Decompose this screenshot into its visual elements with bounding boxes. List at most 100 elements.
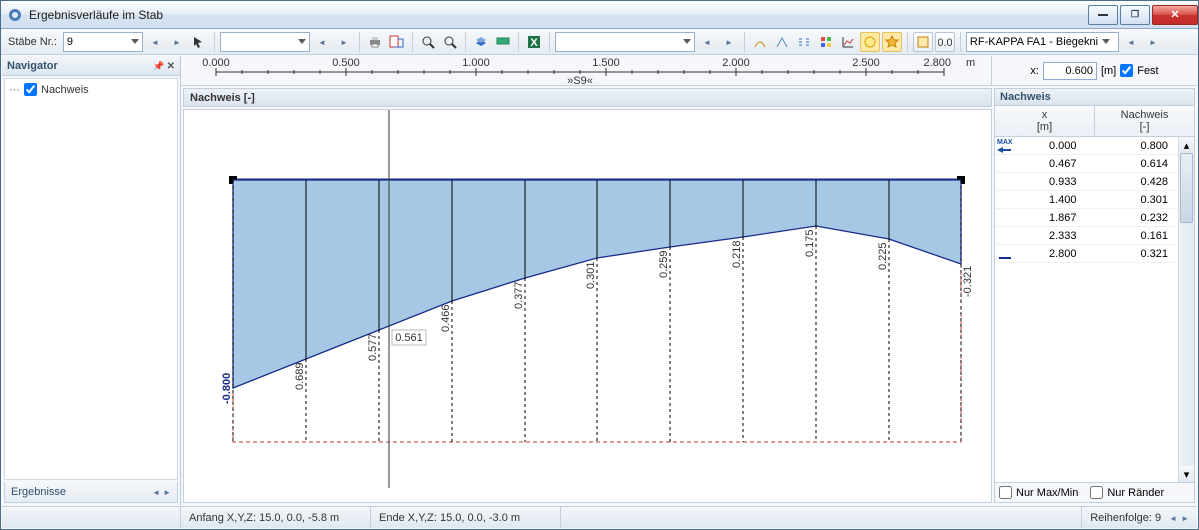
table-row[interactable]: 0.9330.428 [995, 173, 1178, 191]
table-row[interactable]: 1.4000.301 [995, 191, 1178, 209]
scroll-up-button[interactable]: ▴ [1179, 137, 1194, 153]
tick-label: 2.000 [722, 57, 750, 69]
status-bar: Anfang X,Y,Z: 15.0, 0.0, -5.8 m Ende X,Y… [2, 506, 1197, 528]
tool-f-button[interactable] [860, 32, 880, 52]
view-settings-button[interactable] [471, 32, 491, 52]
arrow-right-icon [725, 36, 733, 48]
cell-nachweis: 0.301 [1087, 191, 1179, 208]
cell-x: 1.867 [995, 209, 1087, 226]
tool-b-button[interactable] [772, 32, 792, 52]
print-report-button[interactable] [387, 32, 407, 52]
tool-d-button[interactable] [816, 32, 836, 52]
next-lc-button[interactable] [334, 32, 354, 52]
tab-arrow-right-icon [163, 486, 171, 498]
svg-text:0.175: 0.175 [804, 229, 816, 257]
pick-member-button[interactable] [189, 32, 209, 52]
navigator-item-label: Nachweis [41, 84, 89, 96]
calc-icon [916, 35, 930, 49]
prev-module-button[interactable] [1121, 32, 1141, 52]
x-position-panel: x: [m] Fest [991, 56, 1197, 85]
display-icon [496, 35, 510, 49]
status-reihenfolge: Reihenfolge: 9 [1081, 507, 1197, 528]
table-row[interactable]: 0.4670.614 [995, 155, 1178, 173]
close-button[interactable]: ✕ [1152, 5, 1198, 25]
arrow-right-icon [340, 36, 348, 48]
nav-first-button[interactable] [697, 32, 717, 52]
order-prev-button[interactable] [1169, 512, 1177, 524]
col-nachweis[interactable]: Nachweis[-] [1095, 106, 1194, 136]
order-next-button[interactable] [1181, 512, 1189, 524]
display-options-button[interactable] [493, 32, 513, 52]
pin-icon[interactable] [153, 60, 164, 72]
x-position-input[interactable] [1043, 62, 1097, 80]
navigator-tab-ergebnisse[interactable]: Ergebnisse [4, 482, 178, 503]
result-diagram[interactable]: 0.561 -0.800 0.689 0.577 0.466 0.377 0.3… [183, 109, 992, 503]
tool-e-button[interactable] [838, 32, 858, 52]
titlebar[interactable]: Ergebnisverläufe im Stab ❐ ✕ [1, 1, 1198, 29]
scroll-down-button[interactable]: ▾ [1179, 466, 1194, 482]
tool-c-button[interactable] [794, 32, 814, 52]
zoom-in-button[interactable] [418, 32, 438, 52]
results-scrollbar[interactable]: ▴ ▾ [1178, 137, 1194, 482]
print-button[interactable] [365, 32, 385, 52]
window-title: Ergebnisverläufe im Stab [29, 8, 1086, 22]
results-grid[interactable]: MAX 0.0000.8000.4670.6140.9330.4281.4000… [995, 137, 1194, 482]
nav-last-button[interactable] [719, 32, 739, 52]
prev-member-button[interactable] [145, 32, 165, 52]
cell-nachweis: 0.232 [1087, 209, 1179, 226]
app-window: Ergebnisverläufe im Stab ❐ ✕ Stäbe Nr.: … [0, 0, 1199, 530]
tick-label: 0.000 [202, 57, 230, 69]
svg-text:0.259: 0.259 [658, 250, 670, 278]
palette-icon [819, 35, 833, 49]
member-number-combo[interactable]: 9 [63, 32, 143, 52]
smoothing-combo[interactable] [555, 32, 695, 52]
table-row[interactable]: 2.3330.161 [995, 227, 1178, 245]
arrow-left-icon [703, 36, 711, 48]
tick-label: 1.000 [462, 57, 490, 69]
navigator-panel: Navigator ⋯ Nachweis Ergebnisse [2, 56, 181, 505]
table-row[interactable]: 0.0000.800 [995, 137, 1178, 155]
next-module-button[interactable] [1143, 32, 1163, 52]
excel-export-button[interactable]: X [524, 32, 544, 52]
max-arrow-icon [997, 147, 1013, 153]
minimize-button[interactable] [1088, 5, 1118, 25]
navigator-tab-label: Ergebnisse [11, 486, 66, 498]
col-x[interactable]: x[m] [995, 106, 1095, 136]
tick-label: 2.500 [852, 57, 880, 69]
maximize-button[interactable]: ❐ [1120, 5, 1150, 25]
nur-maxmin-label: Nur Max/Min [1016, 487, 1078, 499]
nur-raender-label: Nur Ränder [1107, 487, 1164, 499]
cell-nachweis: 0.161 [1087, 227, 1179, 244]
tool-g-button[interactable] [882, 32, 902, 52]
cursor-icon [192, 35, 206, 49]
loadcase-combo[interactable] [220, 32, 310, 52]
zoom-out-button[interactable] [440, 32, 460, 52]
tick-label: 0.500 [332, 57, 360, 69]
navigator-item-nachweis[interactable]: ⋯ Nachweis [9, 83, 173, 96]
tool-h-button[interactable] [913, 32, 933, 52]
nur-raender-checkbox[interactable] [1090, 486, 1103, 499]
max-value-label: -0.800 [221, 373, 233, 404]
cursor-value-label: 0.561 [395, 332, 423, 344]
tool-a-button[interactable] [750, 32, 770, 52]
cell-x: 0.933 [995, 173, 1087, 190]
table-row[interactable]: 2.8000.321 [995, 245, 1178, 263]
table-row[interactable]: 1.8670.232 [995, 209, 1178, 227]
svg-text:0.218: 0.218 [731, 240, 743, 268]
prev-lc-button[interactable] [312, 32, 332, 52]
member-number-label: Stäbe Nr.: [4, 36, 61, 48]
axis-unit: m [966, 57, 975, 69]
close-panel-button[interactable] [167, 60, 175, 72]
next-member-button[interactable] [167, 32, 187, 52]
tool-i-button[interactable]: 0.0 [935, 32, 955, 52]
diagram-svg: 0.561 -0.800 0.689 0.577 0.466 0.377 0.3… [184, 110, 982, 488]
report-icon [389, 35, 405, 49]
nachweis-checkbox[interactable] [24, 83, 37, 96]
module-combo[interactable]: RF-KAPPA FA1 - Biegekni [966, 32, 1119, 52]
nur-maxmin-checkbox[interactable] [999, 486, 1012, 499]
magnifier-minus-icon [443, 35, 457, 49]
scroll-thumb[interactable] [1180, 153, 1193, 223]
arrow-left-icon [1127, 36, 1135, 48]
fest-checkbox[interactable] [1120, 64, 1133, 77]
arrow-left-icon [318, 36, 326, 48]
